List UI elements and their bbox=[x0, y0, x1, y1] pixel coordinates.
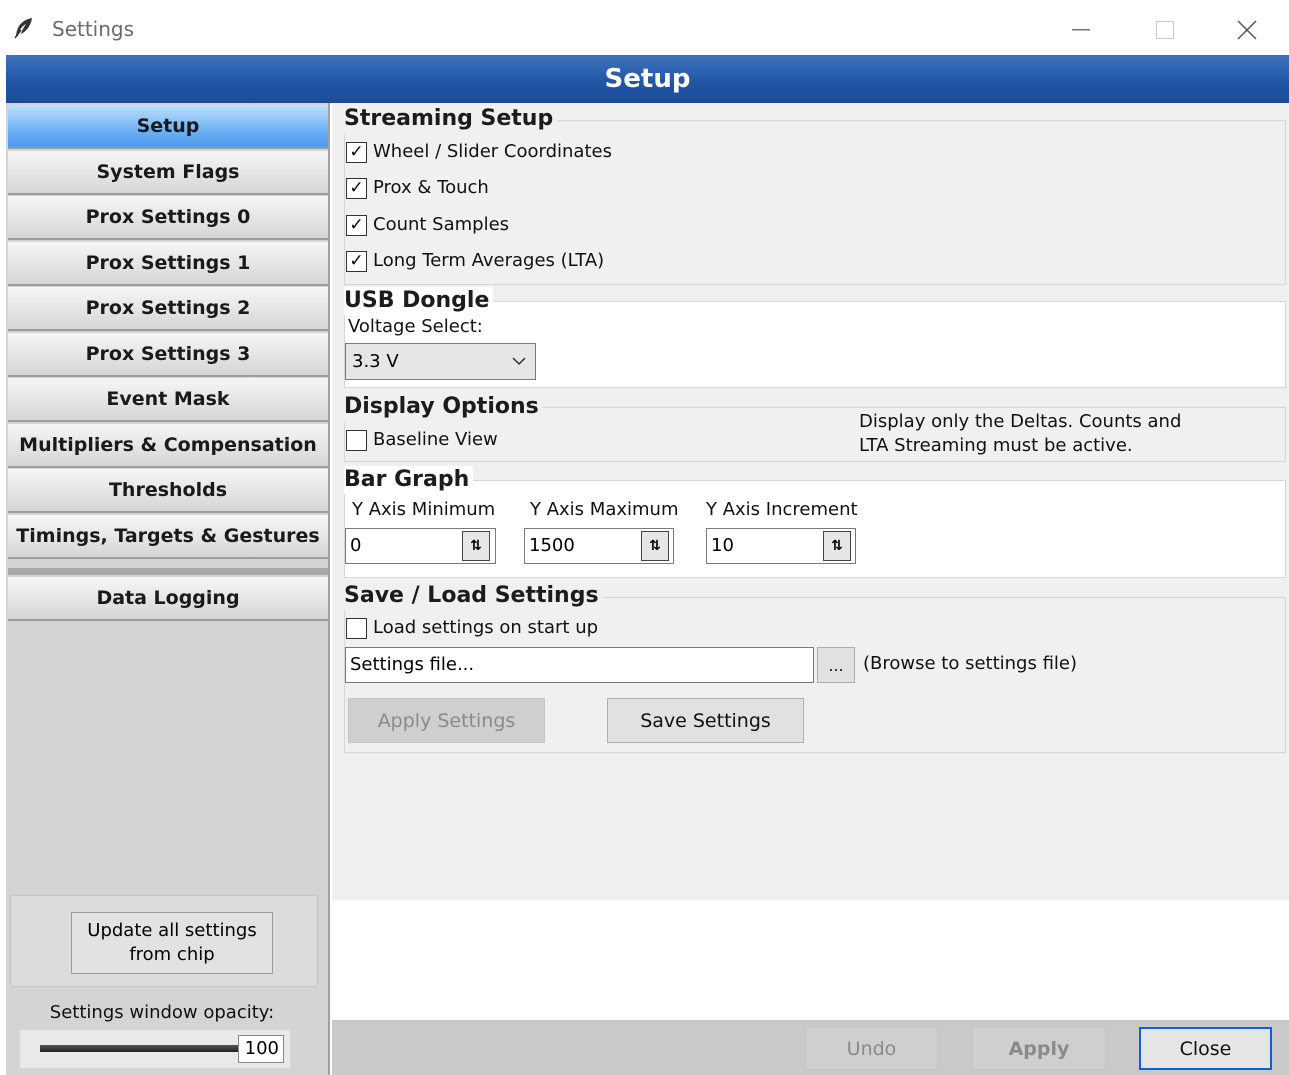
prox-touch-checkbox[interactable]: ✓ bbox=[346, 178, 367, 199]
prox-touch-label: Prox & Touch bbox=[373, 177, 489, 198]
close-button[interactable]: Close bbox=[1139, 1027, 1272, 1070]
settings-file-input[interactable]: Settings file... bbox=[345, 647, 814, 683]
browse-button[interactable]: ... bbox=[817, 647, 855, 683]
sidebar-separator bbox=[8, 568, 328, 575]
count-samples-label: Count Samples bbox=[373, 214, 510, 235]
undo-button[interactable]: Undo bbox=[805, 1027, 938, 1070]
sidebar-item-data-logging[interactable]: Data Logging bbox=[8, 577, 328, 621]
display-note-line1: Display only the Deltas. Counts and bbox=[859, 411, 1182, 432]
apply-settings-button[interactable]: Apply Settings bbox=[348, 698, 545, 743]
voltage-select-label: Voltage Select: bbox=[348, 316, 483, 337]
sidebar-item-prox-settings-0[interactable]: Prox Settings 0 bbox=[8, 196, 328, 240]
window-title: Settings bbox=[52, 17, 135, 41]
usb-dongle-title: USB Dongle bbox=[344, 287, 494, 315]
save-settings-button[interactable]: Save Settings bbox=[607, 698, 804, 743]
baseline-view-label: Baseline View bbox=[373, 429, 498, 450]
close-window-button[interactable] bbox=[1224, 10, 1270, 50]
sidebar-item-prox-settings-3[interactable]: Prox Settings 3 bbox=[8, 333, 328, 377]
count-samples-checkbox[interactable]: ✓ bbox=[346, 215, 367, 236]
wheel-slider-label: Wheel / Slider Coordinates bbox=[373, 141, 612, 162]
page-header: Setup bbox=[6, 55, 1289, 103]
apply-button[interactable]: Apply bbox=[972, 1027, 1106, 1070]
sidebar-item-multipliers[interactable]: Multipliers & Compensation bbox=[8, 424, 328, 468]
wheel-slider-checkbox[interactable]: ✓ bbox=[346, 142, 367, 163]
y-axis-min-label: Y Axis Minimum bbox=[352, 499, 496, 520]
update-label-line1: Update all settings bbox=[87, 920, 257, 941]
update-label-line2: from chip bbox=[129, 944, 215, 965]
opacity-label: Settings window opacity: bbox=[49, 1002, 275, 1023]
update-all-settings-button[interactable]: Update all settings from chip bbox=[71, 912, 273, 974]
voltage-select-dropdown[interactable]: 3.3 V bbox=[345, 343, 536, 380]
chevron-down-icon bbox=[512, 357, 526, 366]
app-feather-icon bbox=[12, 16, 36, 40]
sidebar-item-event-mask[interactable]: Event Mask bbox=[8, 378, 328, 422]
y-axis-inc-label: Y Axis Increment bbox=[706, 499, 858, 520]
close-icon bbox=[1237, 20, 1257, 40]
sidebar-item-setup[interactable]: Setup bbox=[8, 105, 328, 149]
streaming-setup-title: Streaming Setup bbox=[344, 105, 558, 133]
opacity-value[interactable]: 100 bbox=[238, 1035, 284, 1063]
sidebar-item-prox-settings-1[interactable]: Prox Settings 1 bbox=[8, 242, 328, 286]
display-options-title: Display Options bbox=[344, 393, 543, 421]
load-on-startup-checkbox[interactable] bbox=[346, 618, 367, 639]
opacity-slider-bar[interactable] bbox=[40, 1045, 238, 1052]
sidebar-item-thresholds[interactable]: Thresholds bbox=[8, 469, 328, 513]
sidebar-item-system-flags[interactable]: System Flags bbox=[8, 151, 328, 195]
sidebar-item-timings[interactable]: Timings, Targets & Gestures bbox=[8, 515, 328, 559]
minimize-button[interactable] bbox=[1058, 10, 1104, 50]
lta-checkbox[interactable]: ✓ bbox=[346, 251, 367, 272]
save-load-title: Save / Load Settings bbox=[344, 582, 603, 610]
y-axis-max-spinner[interactable]: ⇅ bbox=[641, 531, 669, 561]
maximize-button[interactable] bbox=[1142, 10, 1188, 50]
update-panel: Update all settings from chip bbox=[10, 895, 318, 987]
display-note-line2: LTA Streaming must be active. bbox=[859, 435, 1133, 456]
baseline-view-checkbox[interactable] bbox=[346, 430, 367, 451]
bar-graph-title: Bar Graph bbox=[344, 466, 474, 494]
sidebar-item-prox-settings-2[interactable]: Prox Settings 2 bbox=[8, 287, 328, 331]
voltage-select-value: 3.3 V bbox=[352, 351, 399, 372]
load-on-startup-label: Load settings on start up bbox=[373, 617, 599, 638]
browse-hint: (Browse to settings file) bbox=[863, 653, 1078, 674]
y-axis-inc-spinner[interactable]: ⇅ bbox=[823, 531, 851, 561]
y-axis-min-spinner[interactable]: ⇅ bbox=[462, 531, 490, 561]
y-axis-max-label: Y Axis Maximum bbox=[530, 499, 679, 520]
lta-label: Long Term Averages (LTA) bbox=[373, 250, 605, 271]
